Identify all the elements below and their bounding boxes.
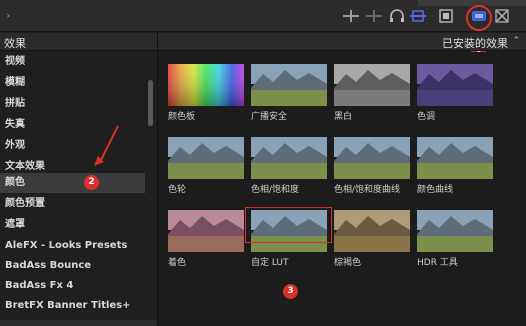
sidebar-item-blur[interactable]: 模糊 xyxy=(0,73,145,93)
effects-browser-highlight xyxy=(466,5,492,31)
effect-label: 色相/饱和度 xyxy=(251,185,300,195)
effect-label: 黑白 xyxy=(334,112,353,122)
effect-label: 颜色曲线 xyxy=(417,185,454,195)
effect-label: 色轮 xyxy=(168,185,187,195)
effect-label: HDR 工具 xyxy=(417,258,458,268)
effect-tile-hue-saturation-curves[interactable]: 色相/饱和度曲线 xyxy=(334,137,410,195)
chevron-updown-icon[interactable]: ⌃ xyxy=(512,36,520,46)
effect-label: 自定 LUT xyxy=(251,258,289,268)
annotation-arrow xyxy=(94,125,119,166)
transitions-icon[interactable] xyxy=(494,9,510,23)
effect-tile-color-board[interactable]: 颜色板 xyxy=(168,64,244,122)
sidebar-item-color-presets[interactable]: 颜色预置 xyxy=(0,194,145,214)
sidebar-item-color[interactable]: 颜色 xyxy=(0,173,145,193)
sidebar-footer xyxy=(0,320,157,326)
effect-thumbnail xyxy=(334,210,410,252)
effect-tile-sepia[interactable]: 棕褐色 xyxy=(334,210,410,268)
sidebar-item-bretfx[interactable]: BretFX Banner Titles+ xyxy=(0,296,145,316)
effect-tile-colorize[interactable]: 着色 xyxy=(168,210,244,268)
sidebar-item-masks[interactable]: 遮罩 xyxy=(0,215,145,235)
top-toolbar: › xyxy=(0,0,526,32)
sidebar-scrollbar[interactable] xyxy=(148,80,153,126)
effect-label: 色相/饱和度曲线 xyxy=(334,185,401,195)
installed-effects-popup[interactable]: 已安装的效果 xyxy=(442,35,508,51)
effect-thumbnail xyxy=(417,210,493,252)
annotation-badge-2: 2 xyxy=(84,175,99,190)
headphones-icon[interactable] xyxy=(389,9,405,23)
effect-label: 颜色板 xyxy=(168,112,196,122)
effect-tile-color-wheels[interactable]: 色轮 xyxy=(168,137,244,195)
sidebar-item-badass-fx4[interactable]: BadAss Fx 4 xyxy=(0,276,145,296)
clip-skimming-icon[interactable] xyxy=(343,9,359,23)
chevron-right-icon[interactable]: › xyxy=(6,9,10,22)
browser-icon[interactable] xyxy=(438,9,454,23)
solo-icon[interactable] xyxy=(410,9,426,23)
effect-thumbnail xyxy=(417,137,493,179)
effect-label: 着色 xyxy=(168,258,187,268)
effect-thumbnail xyxy=(417,64,493,106)
effect-thumbnail xyxy=(168,137,244,179)
effect-tile-tint[interactable]: 色调 xyxy=(417,64,493,122)
effects-category-sidebar: 视频 模糊 拼贴 失真 外观 文本效果 颜色 颜色预置 遮罩 AleFX - L… xyxy=(0,52,157,326)
effect-tile-hdr-tools[interactable]: HDR 工具 xyxy=(417,210,493,268)
audio-skimming-icon[interactable] xyxy=(366,9,382,23)
effects-grid: 颜色板 广播安全 黑白 色调 色轮 色相/饱和度 色相/饱和度曲线 颜色曲线 着… xyxy=(158,52,526,326)
toolbar-strip xyxy=(418,0,526,6)
sidebar-item-video[interactable]: 视频 xyxy=(0,52,145,72)
effect-tile-color-curves[interactable]: 颜色曲线 xyxy=(417,137,493,195)
effect-tile-black-white[interactable]: 黑白 xyxy=(334,64,410,122)
effect-label: 广播安全 xyxy=(251,112,288,122)
effect-tile-broadcast-safe[interactable]: 广播安全 xyxy=(251,64,327,122)
effect-label: 色调 xyxy=(417,112,436,122)
effects-title: 效果 xyxy=(4,37,26,50)
effect-thumbnail xyxy=(168,64,244,106)
sidebar-item-alefx[interactable]: AleFX - Looks Presets xyxy=(0,236,145,256)
sidebar-item-tiling[interactable]: 拼贴 xyxy=(0,94,145,114)
annotation-badge-3: 3 xyxy=(283,284,298,299)
effect-thumbnail xyxy=(251,64,327,106)
effect-thumbnail xyxy=(334,64,410,106)
effect-thumbnail xyxy=(168,210,244,252)
effect-tile-hue-saturation[interactable]: 色相/饱和度 xyxy=(251,137,327,195)
effect-thumbnail xyxy=(334,137,410,179)
browser-header: 效果 已安装的效果 ⌃ xyxy=(0,33,526,51)
sidebar-item-badass-bounce[interactable]: BadAss Bounce xyxy=(0,256,145,276)
effect-thumbnail xyxy=(251,137,327,179)
effect-label: 棕褐色 xyxy=(334,258,362,268)
custom-lut-highlight xyxy=(245,207,332,243)
